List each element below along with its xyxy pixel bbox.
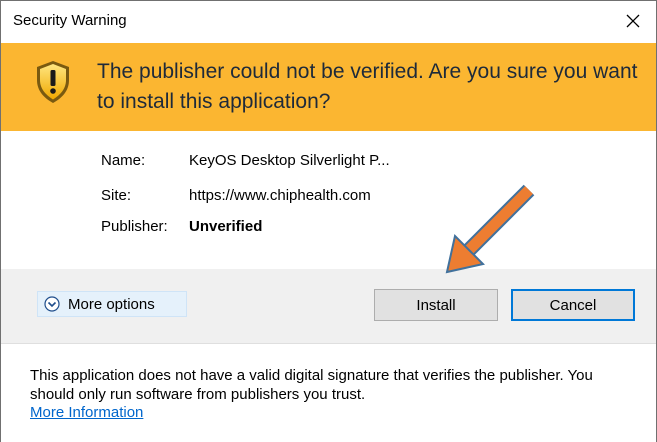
name-value: KeyOS Desktop Silverlight P... [189,152,390,169]
warning-shield-icon [37,61,69,103]
security-warning-dialog: Security Warning The publisher could not… [0,0,657,442]
window-title: Security Warning [13,12,127,29]
cancel-button[interactable]: Cancel [511,289,635,321]
footer-panel: This application does not have a valid d… [1,343,656,442]
name-row: Name: KeyOS Desktop Silverlight P... [101,151,390,171]
site-label: Site: [101,187,132,204]
warning-banner: The publisher could not be verified. Are… [1,43,656,131]
orange-arrow-icon [445,184,535,274]
publisher-row: Publisher: Unverified [101,217,262,237]
install-button[interactable]: Install [374,289,498,321]
more-options-button[interactable]: More options [37,291,187,317]
name-label: Name: [101,152,146,169]
publisher-value: Unverified [189,218,263,235]
details-panel: Name: KeyOS Desktop Silverlight P... Site… [1,131,656,269]
site-value: https://www.chiphealth.com [189,187,371,204]
more-options-label: More options [68,295,155,313]
publisher-label: Publisher: [101,218,168,235]
button-bar: More options Install Cancel [1,269,656,343]
chevron-down-circle-icon [44,296,60,312]
more-information-link[interactable]: More Information [30,404,143,421]
close-button[interactable] [610,1,656,41]
warning-message: The publisher could not be verified. Are… [97,60,638,113]
site-row: Site: https://www.chiphealth.com [101,186,371,206]
close-icon [626,14,640,28]
footer-message: This application does not have a valid d… [30,367,593,403]
title-bar: Security Warning [1,1,656,41]
